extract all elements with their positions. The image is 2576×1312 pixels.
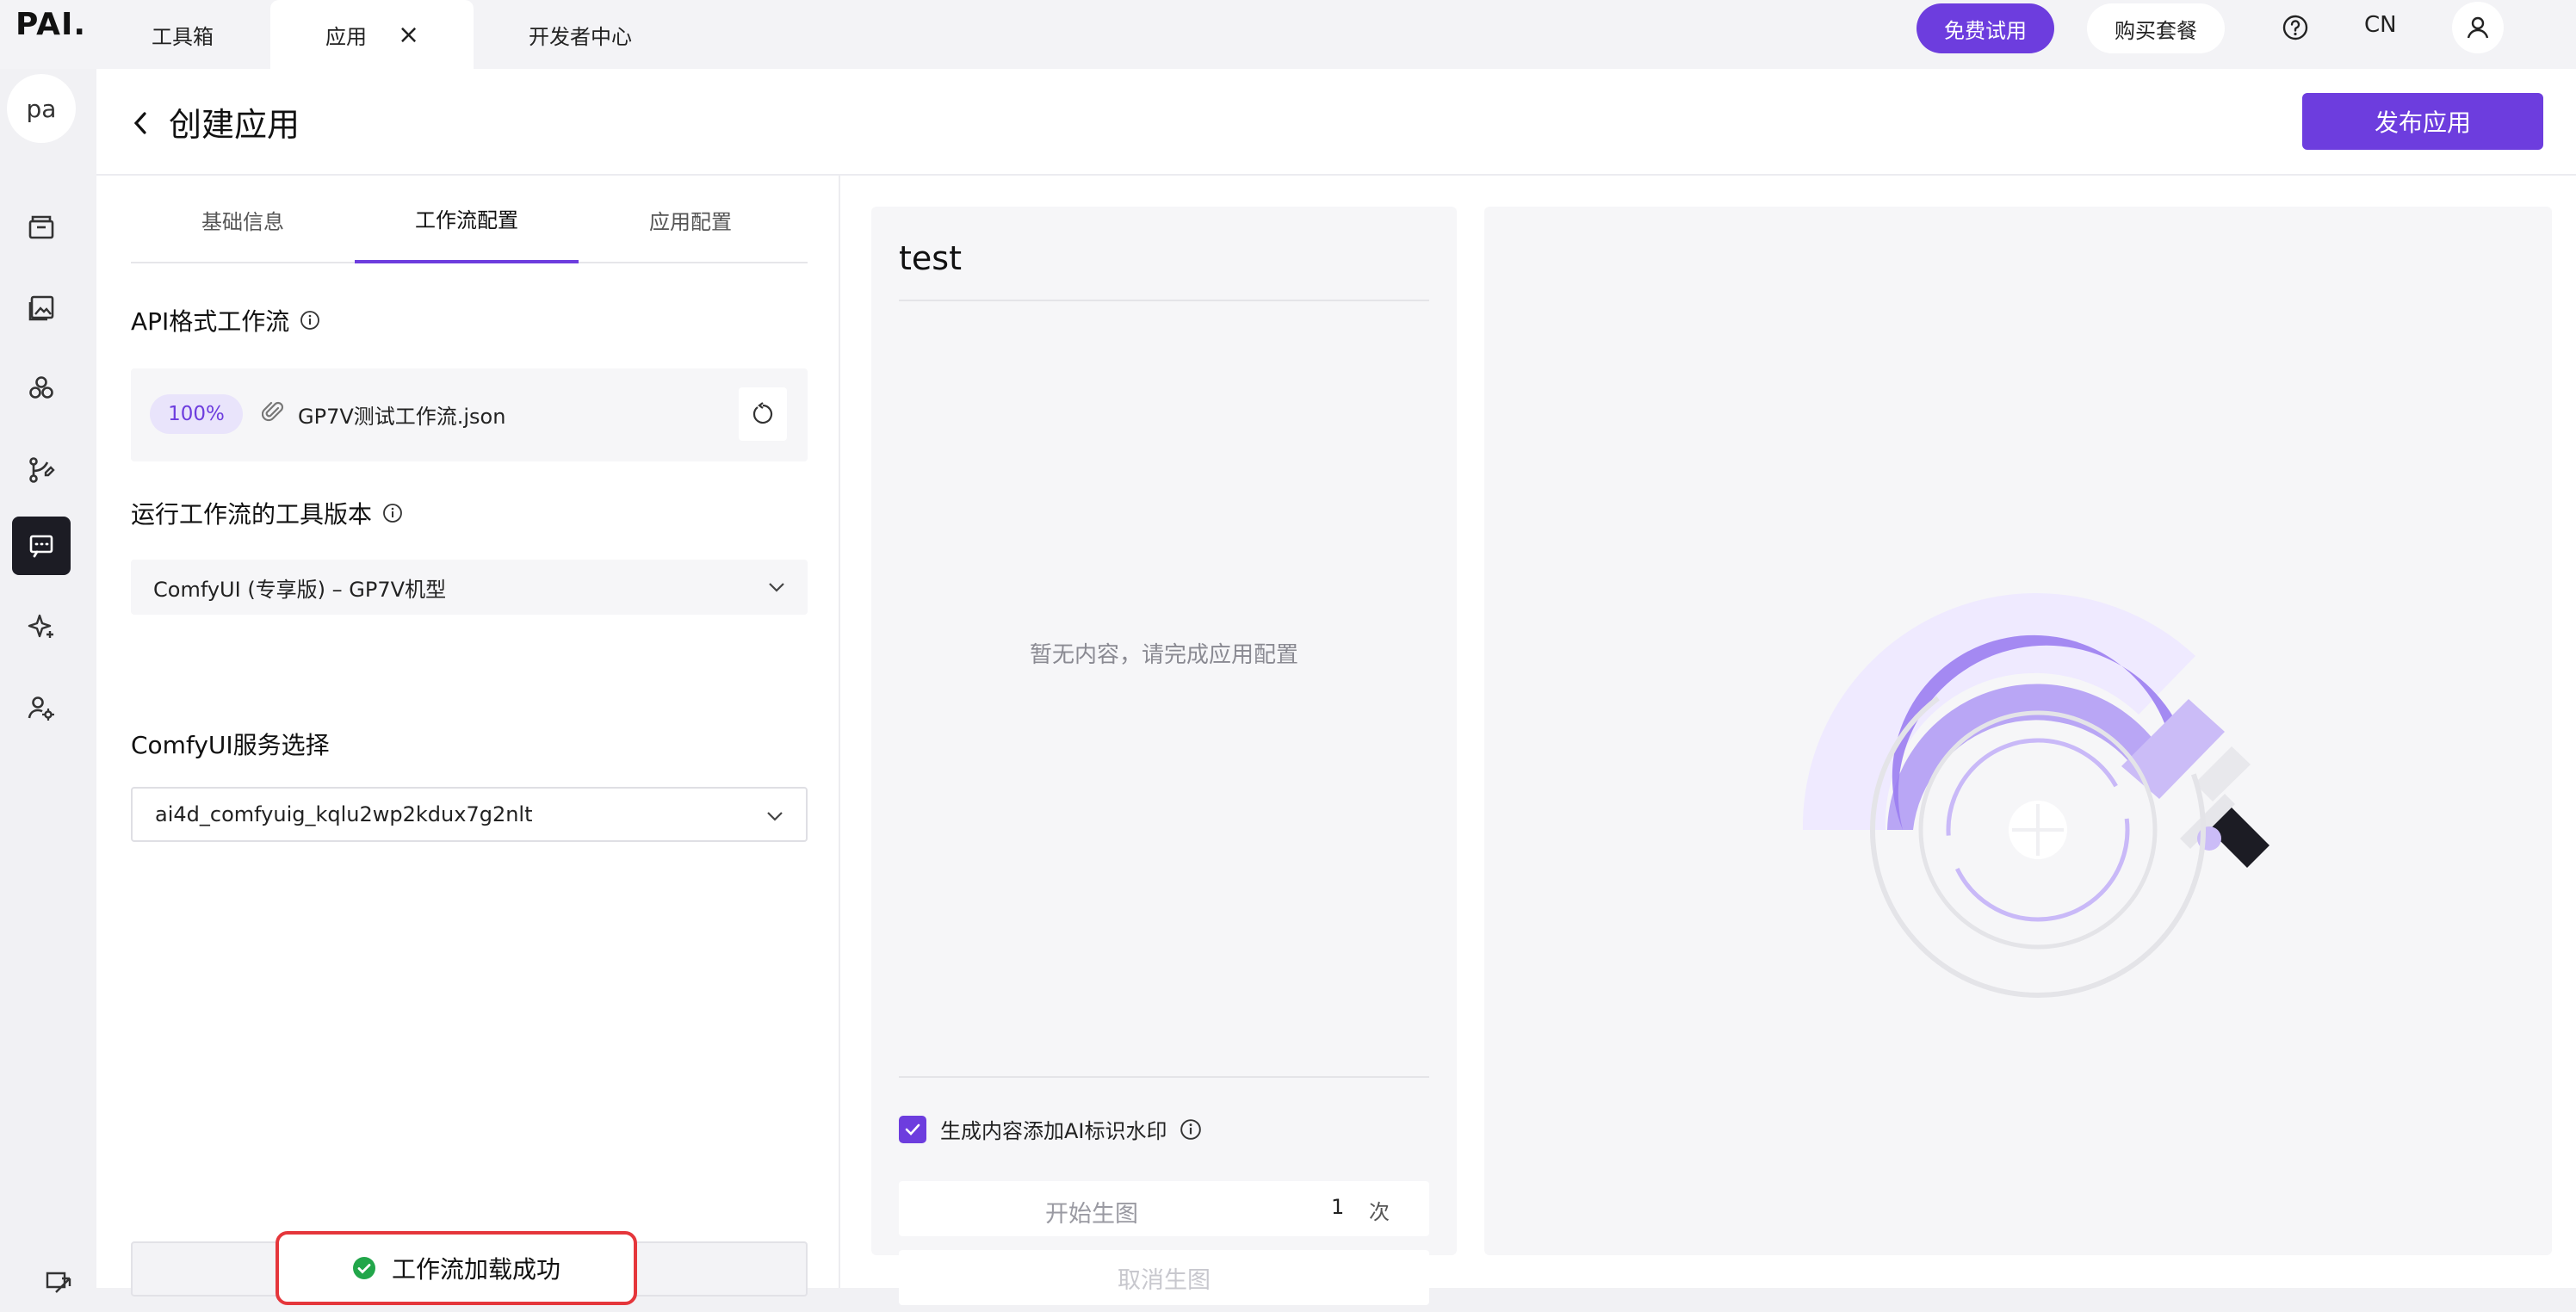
tab-developer-center[interactable]: 开发者中心 (529, 0, 632, 69)
workflow-file-name: GP7V测试工作流.json (298, 405, 506, 429)
config-tabs: 基础信息 工作流配置 应用配置 (131, 176, 808, 263)
comfyui-service-label: ComfyUI服务选择 (131, 731, 330, 759)
left-rail: pa (0, 69, 96, 1303)
watermark-option[interactable]: 生成内容添加AI标识水印 (899, 1114, 1202, 1144)
back-button[interactable] (131, 102, 165, 145)
toast-text: 工作流加载成功 (391, 1255, 560, 1284)
tool-version-select[interactable]: ComfyUI (专享版) – GP7V机型 (131, 560, 808, 615)
config-panel: 基础信息 工作流配置 应用配置 API格式工作流 100% GP7V测试工作流.… (131, 176, 808, 1305)
tab-apps-label: 应用 (325, 24, 367, 49)
page-header: 创建应用 发布应用 (96, 69, 2576, 176)
buy-plan-button[interactable]: 购买套餐 (2087, 3, 2225, 53)
user-avatar[interactable] (2452, 2, 2504, 53)
chevron-down-icon (766, 577, 787, 603)
help-icon[interactable] (2276, 9, 2314, 46)
tab-basic-info[interactable]: 基础信息 (131, 176, 355, 263)
empty-illustration (1802, 593, 2269, 998)
tab-toolbox[interactable]: 工具箱 (152, 0, 214, 69)
tab-workflow-config[interactable]: 工作流配置 (355, 176, 579, 263)
tool-version-label: 运行工作流的工具版本 (131, 496, 403, 530)
cancel-generate-button[interactable]: 取消生图 (899, 1250, 1429, 1305)
app-icon[interactable] (12, 517, 71, 575)
start-generate-label: 开始生图 (1045, 1201, 1138, 1228)
output-canvas (1484, 207, 2552, 1255)
reload-workflow-button[interactable] (739, 387, 787, 441)
upload-percent-badge: 100% (150, 394, 243, 434)
info-icon[interactable] (1180, 1118, 1202, 1141)
divider (899, 1076, 1429, 1078)
generate-count-unit: 次 (1369, 1200, 1390, 1224)
chevron-left-icon (133, 112, 146, 134)
comfyui-service-select[interactable]: ai4d_comfyuig_kqlu2wp2kdux7g2nlt (131, 787, 808, 842)
check-icon (905, 1123, 920, 1136)
workflow-file-box: 100% GP7V测试工作流.json (131, 368, 808, 461)
tab-app-config[interactable]: 应用配置 (579, 176, 802, 263)
user-icon (2467, 16, 2489, 39)
watermark-label: 生成内容添加AI标识水印 (940, 1119, 1167, 1143)
watermark-checkbox[interactable] (899, 1115, 926, 1143)
top-bar: PAI. 工具箱 应用 × 开发者中心 免费试用 购买套餐 CN (0, 0, 2576, 69)
info-icon[interactable] (382, 503, 403, 523)
sparkle-icon[interactable] (12, 597, 71, 656)
user-settings-icon[interactable] (12, 678, 71, 737)
free-trial-button[interactable]: 免费试用 (1917, 3, 2054, 53)
workspace-avatar[interactable]: pa (7, 74, 76, 143)
language-switch[interactable]: CN (2364, 12, 2397, 38)
refresh-icon (752, 402, 773, 424)
attachment-icon (261, 399, 284, 429)
tab-apps[interactable]: 应用 × (270, 0, 474, 69)
main-panel: 创建应用 发布应用 基础信息 工作流配置 应用配置 API格式工作流 100% … (96, 69, 2576, 1305)
gallery-icon[interactable] (12, 279, 71, 337)
column-divider (839, 176, 840, 1288)
toolbox-icon[interactable] (12, 198, 71, 257)
success-check-icon (352, 1256, 376, 1280)
preview-card: test 暂无内容，请完成应用配置 生成内容添加AI标识水印 开始生图 1 次 … (871, 207, 1457, 1305)
start-generate-button[interactable]: 开始生图 1 次 (899, 1181, 1429, 1236)
api-workflow-label-text: API格式工作流 (131, 307, 290, 336)
empty-state-text: 暂无内容，请完成应用配置 (1029, 642, 1298, 668)
publish-app-button[interactable]: 发布应用 (2302, 93, 2543, 150)
generate-count[interactable]: 1 (1331, 1195, 1344, 1219)
tool-version-label-text: 运行工作流的工具版本 (131, 500, 373, 529)
comfyui-service-value: ai4d_comfyuig_kqlu2wp2kdux7g2nlt (155, 802, 533, 826)
pai-logo: PAI. (15, 7, 87, 42)
workflow-icon[interactable] (12, 441, 71, 499)
chevron-down-icon (765, 806, 785, 832)
preview-title: test (899, 239, 962, 277)
info-icon[interactable] (300, 310, 320, 331)
models-icon[interactable] (12, 360, 71, 418)
api-workflow-label: API格式工作流 (131, 303, 320, 337)
close-icon[interactable]: × (398, 20, 419, 50)
divider (899, 300, 1429, 301)
page-title: 创建应用 (169, 106, 300, 144)
tool-version-value: ComfyUI (专享版) – GP7V机型 (153, 577, 447, 602)
workflow-loaded-toast: 工作流加载成功 (276, 1231, 637, 1305)
